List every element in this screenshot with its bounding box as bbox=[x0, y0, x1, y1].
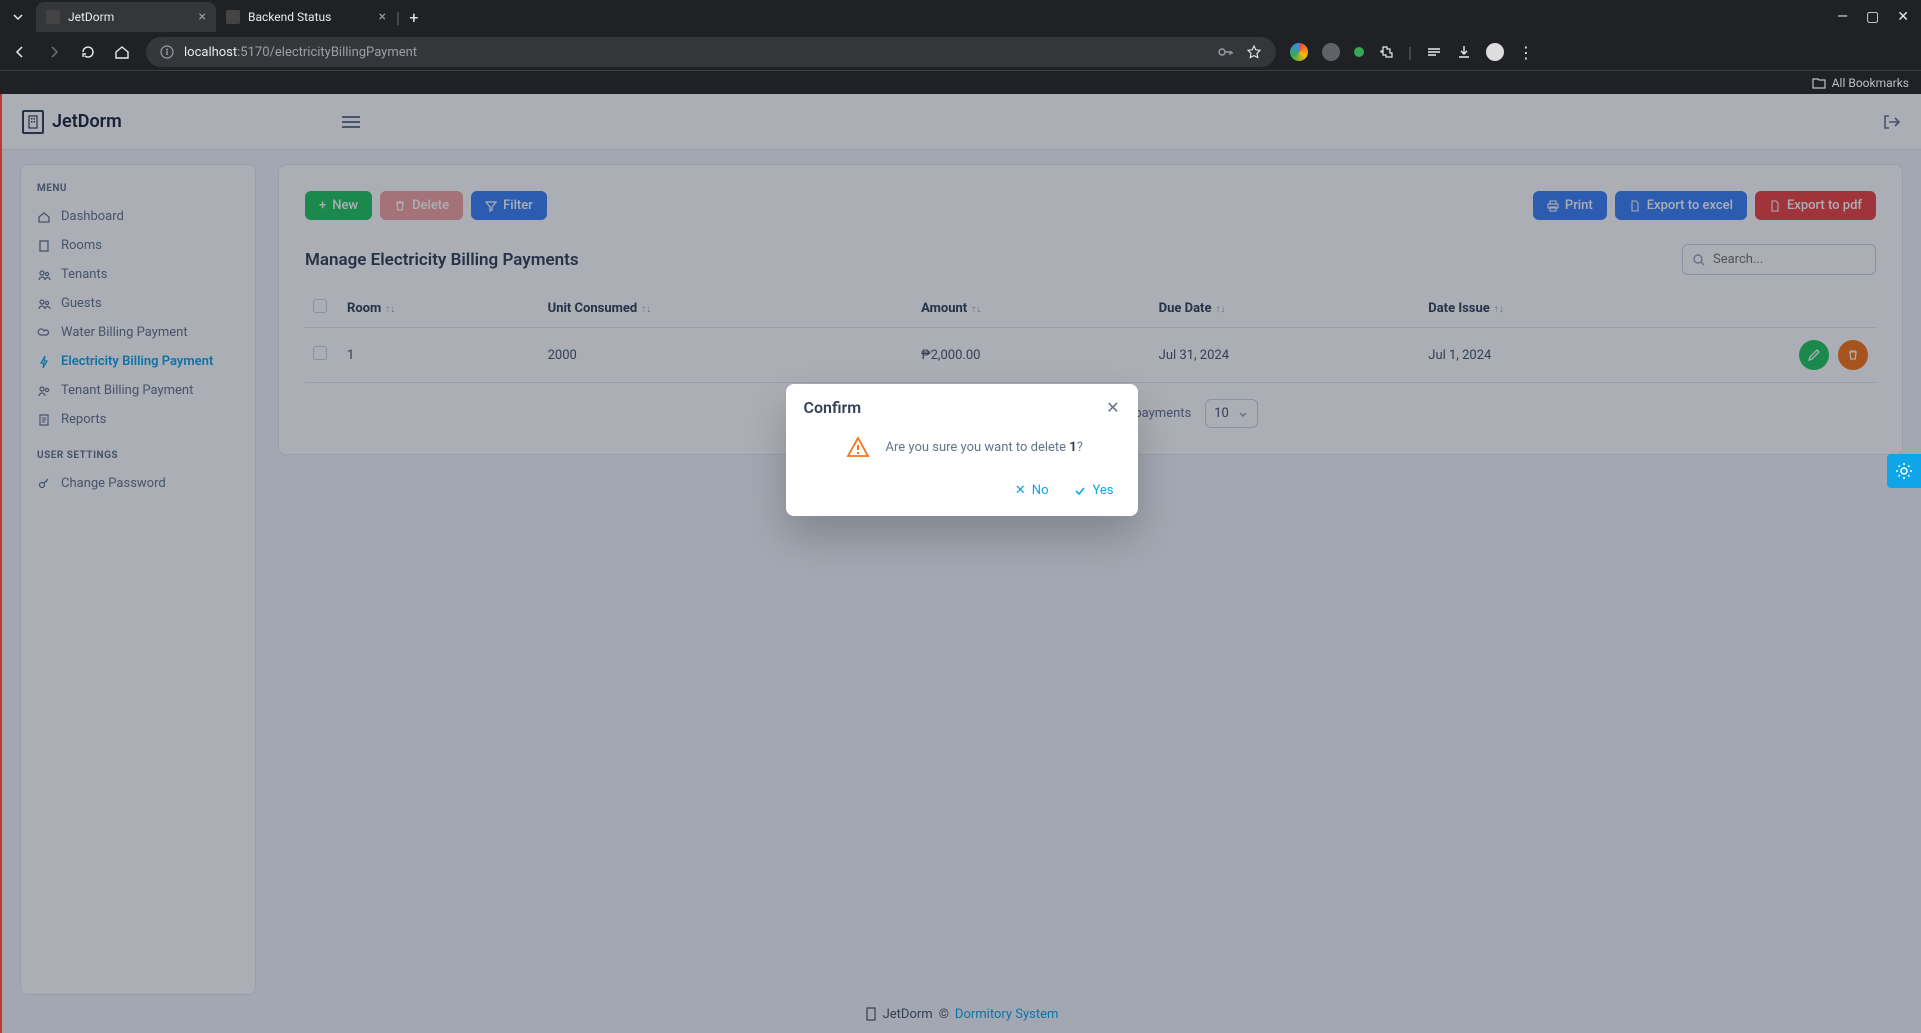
password-key-icon[interactable] bbox=[1218, 45, 1234, 59]
reload-icon[interactable] bbox=[78, 42, 98, 62]
downloads-icon[interactable] bbox=[1456, 44, 1472, 60]
browser-chrome: JetDorm × Backend Status × | + — ▢ ✕ bbox=[0, 0, 1921, 94]
modal-no-button[interactable]: ✕ No bbox=[1015, 483, 1049, 498]
modal-message: Are you sure you want to delete 1? bbox=[886, 440, 1083, 455]
check-icon bbox=[1073, 484, 1087, 498]
bookmarks-label: All Bookmarks bbox=[1832, 76, 1909, 90]
x-icon: ✕ bbox=[1015, 483, 1026, 498]
addr-actions bbox=[1218, 44, 1262, 60]
close-window-icon[interactable]: ✕ bbox=[1897, 9, 1909, 25]
media-control-icon[interactable] bbox=[1426, 44, 1442, 60]
browser-tab[interactable]: Backend Status × bbox=[216, 2, 396, 32]
site-info-icon[interactable] bbox=[160, 45, 174, 59]
warning-icon bbox=[846, 435, 870, 459]
maximize-icon[interactable]: ▢ bbox=[1866, 9, 1879, 25]
settings-fab[interactable] bbox=[1887, 454, 1921, 488]
tab-favicon-icon bbox=[46, 10, 60, 24]
modal-title: Confirm bbox=[804, 398, 862, 417]
tab-strip: JetDorm × Backend Status × | + — ▢ ✕ bbox=[0, 0, 1921, 34]
minimize-icon[interactable]: — bbox=[1837, 9, 1848, 25]
browser-tab-active[interactable]: JetDorm × bbox=[36, 2, 216, 32]
modal-close-icon[interactable]: ✕ bbox=[1106, 398, 1119, 417]
back-icon[interactable] bbox=[10, 42, 30, 62]
bookmark-star-icon[interactable] bbox=[1246, 44, 1262, 60]
modal-yes-button[interactable]: Yes bbox=[1073, 483, 1114, 498]
extension-icons: | ⋮ bbox=[1290, 43, 1534, 62]
home-icon[interactable] bbox=[112, 42, 132, 62]
confirm-modal: Confirm ✕ Are you sure you want to delet… bbox=[786, 384, 1138, 516]
modal-header: Confirm ✕ bbox=[786, 384, 1138, 427]
extension-icon[interactable] bbox=[1322, 43, 1340, 61]
modal-footer: ✕ No Yes bbox=[786, 473, 1138, 516]
tabs-dropdown-icon[interactable] bbox=[8, 7, 28, 27]
extensions-menu-icon[interactable] bbox=[1378, 44, 1394, 60]
app-content: JetDorm MENU Dashboard Rooms bbox=[2, 94, 1921, 1033]
folder-icon bbox=[1812, 77, 1826, 89]
address-bar[interactable]: localhost:5170/electricityBillingPayment bbox=[146, 37, 1276, 67]
profile-avatar-icon[interactable] bbox=[1486, 43, 1504, 61]
extension-icon[interactable] bbox=[1354, 47, 1364, 57]
tab-title: Backend Status bbox=[248, 10, 371, 24]
tab-close-icon[interactable]: × bbox=[199, 9, 206, 25]
app-viewport: JetDorm MENU Dashboard Rooms bbox=[0, 94, 1921, 1033]
bookmarks-bar[interactable]: All Bookmarks bbox=[0, 70, 1921, 94]
tab-favicon-icon bbox=[226, 10, 240, 24]
window-controls: — ▢ ✕ bbox=[1825, 9, 1921, 25]
browser-menu-icon[interactable]: ⋮ bbox=[1518, 43, 1534, 62]
url-text: localhost:5170/electricityBillingPayment bbox=[184, 45, 417, 60]
extension-icon[interactable] bbox=[1290, 43, 1308, 61]
new-tab-button[interactable]: + bbox=[400, 8, 428, 27]
tab-close-icon[interactable]: × bbox=[379, 9, 386, 25]
tab-title: JetDorm bbox=[68, 10, 191, 24]
browser-toolbar: localhost:5170/electricityBillingPayment… bbox=[0, 34, 1921, 70]
forward-icon[interactable] bbox=[44, 42, 64, 62]
modal-body: Are you sure you want to delete 1? bbox=[786, 427, 1138, 473]
modal-overlay[interactable]: Confirm ✕ Are you sure you want to delet… bbox=[2, 94, 1921, 1033]
